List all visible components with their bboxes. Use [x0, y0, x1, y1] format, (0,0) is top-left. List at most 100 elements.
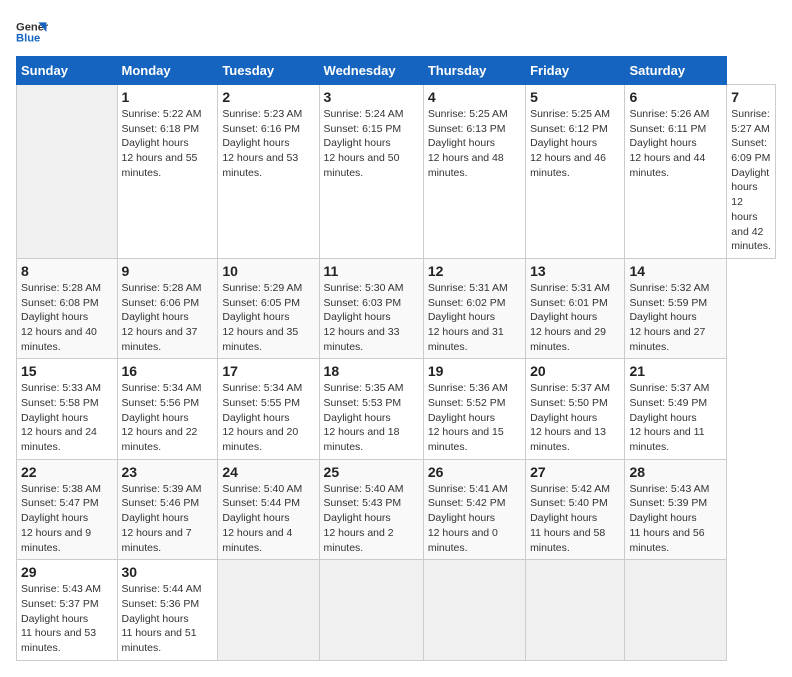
- calendar-day-cell: 30Sunrise: 5:44 AMSunset: 5:36 PMDayligh…: [117, 560, 218, 660]
- day-detail: Sunrise: 5:41 AMSunset: 5:42 PMDaylight …: [428, 482, 521, 555]
- calendar-day-cell: 10 Sunrise: 5:29 AMSunset: 6:05 PMDayligh…: [218, 258, 319, 358]
- day-number: 18: [324, 363, 419, 379]
- calendar-day-cell: 3 Sunrise: 5:24 AMSunset: 6:15 PMDaylight…: [319, 85, 423, 259]
- calendar-day-cell: 27 Sunrise: 5:42 AMSunset: 5:40 PMDayligh…: [526, 459, 625, 559]
- calendar-table: SundayMondayTuesdayWednesdayThursdayFrid…: [16, 56, 776, 661]
- day-number: 29: [21, 564, 113, 580]
- day-number: 1: [122, 89, 214, 105]
- day-detail: Sunrise: 5:27 AMSunset: 6:09 PMDaylight …: [731, 107, 771, 254]
- day-number: 5: [530, 89, 620, 105]
- day-detail: Sunrise: 5:34 AMSunset: 5:55 PMDaylight …: [222, 381, 314, 454]
- calendar-day-cell: 6 Sunrise: 5:26 AMSunset: 6:11 PMDaylight…: [625, 85, 727, 259]
- day-number: 3: [324, 89, 419, 105]
- day-detail: Sunrise: 5:39 AMSunset: 5:46 PMDaylight …: [122, 482, 214, 555]
- day-detail: Sunrise: 5:33 AMSunset: 5:58 PMDaylight …: [21, 381, 113, 454]
- day-number: 20: [530, 363, 620, 379]
- calendar-day-cell: 18 Sunrise: 5:35 AMSunset: 5:53 PMDayligh…: [319, 359, 423, 459]
- weekday-header-cell: Saturday: [625, 57, 727, 85]
- weekday-header-cell: Sunday: [17, 57, 118, 85]
- day-detail: Sunrise: 5:28 AMSunset: 6:08 PMDaylight …: [21, 281, 113, 354]
- day-detail: Sunrise: 5:43 AMSunset: 5:37 PMDaylight …: [21, 582, 113, 655]
- day-number: 12: [428, 263, 521, 279]
- calendar-week-row: 1 Sunrise: 5:22 AMSunset: 6:18 PMDaylight…: [17, 85, 776, 259]
- calendar-day-cell: 17 Sunrise: 5:34 AMSunset: 5:55 PMDayligh…: [218, 359, 319, 459]
- day-detail: Sunrise: 5:43 AMSunset: 5:39 PMDaylight …: [629, 482, 722, 555]
- calendar-day-cell: 21 Sunrise: 5:37 AMSunset: 5:49 PMDayligh…: [625, 359, 727, 459]
- day-detail: Sunrise: 5:34 AMSunset: 5:56 PMDaylight …: [122, 381, 214, 454]
- empty-cell: [17, 85, 118, 259]
- weekday-header-cell: Wednesday: [319, 57, 423, 85]
- day-detail: Sunrise: 5:29 AMSunset: 6:05 PMDaylight …: [222, 281, 314, 354]
- calendar-day-cell: 20 Sunrise: 5:37 AMSunset: 5:50 PMDayligh…: [526, 359, 625, 459]
- calendar-day-cell: 23Sunrise: 5:39 AMSunset: 5:46 PMDayligh…: [117, 459, 218, 559]
- day-detail: Sunrise: 5:38 AMSunset: 5:47 PMDaylight …: [21, 482, 113, 555]
- day-detail: Sunrise: 5:32 AMSunset: 5:59 PMDaylight …: [629, 281, 722, 354]
- day-detail: Sunrise: 5:26 AMSunset: 6:11 PMDaylight …: [629, 107, 722, 180]
- page-header: General Blue: [16, 16, 776, 48]
- day-number: 14: [629, 263, 722, 279]
- day-detail: Sunrise: 5:40 AMSunset: 5:44 PMDaylight …: [222, 482, 314, 555]
- day-detail: Sunrise: 5:23 AMSunset: 6:16 PMDaylight …: [222, 107, 314, 180]
- day-number: 24: [222, 464, 314, 480]
- calendar-day-cell: [625, 560, 727, 660]
- calendar-day-cell: [423, 560, 525, 660]
- calendar-day-cell: 19 Sunrise: 5:36 AMSunset: 5:52 PMDayligh…: [423, 359, 525, 459]
- day-detail: Sunrise: 5:22 AMSunset: 6:18 PMDaylight …: [122, 107, 214, 180]
- day-detail: Sunrise: 5:44 AMSunset: 5:36 PMDaylight …: [122, 582, 214, 655]
- weekday-header-cell: Monday: [117, 57, 218, 85]
- calendar-day-cell: 9 Sunrise: 5:28 AMSunset: 6:06 PMDaylight…: [117, 258, 218, 358]
- calendar-day-cell: 29 Sunrise: 5:43 AMSunset: 5:37 PMDayligh…: [17, 560, 118, 660]
- day-number: 21: [629, 363, 722, 379]
- calendar-day-cell: 8 Sunrise: 5:28 AMSunset: 6:08 PMDaylight…: [17, 258, 118, 358]
- day-detail: Sunrise: 5:24 AMSunset: 6:15 PMDaylight …: [324, 107, 419, 180]
- day-detail: Sunrise: 5:37 AMSunset: 5:49 PMDaylight …: [629, 381, 722, 454]
- day-number: 15: [21, 363, 113, 379]
- day-number: 17: [222, 363, 314, 379]
- calendar-day-cell: 7 Sunrise: 5:27 AMSunset: 6:09 PMDaylight…: [727, 85, 776, 259]
- calendar-week-row: 8 Sunrise: 5:28 AMSunset: 6:08 PMDaylight…: [17, 258, 776, 358]
- calendar-week-row: 15 Sunrise: 5:33 AMSunset: 5:58 PMDayligh…: [17, 359, 776, 459]
- day-number: 9: [122, 263, 214, 279]
- day-detail: Sunrise: 5:37 AMSunset: 5:50 PMDaylight …: [530, 381, 620, 454]
- calendar-week-row: 29 Sunrise: 5:43 AMSunset: 5:37 PMDayligh…: [17, 560, 776, 660]
- day-detail: Sunrise: 5:31 AMSunset: 6:01 PMDaylight …: [530, 281, 620, 354]
- day-number: 8: [21, 263, 113, 279]
- calendar-day-cell: [319, 560, 423, 660]
- calendar-day-cell: 12 Sunrise: 5:31 AMSunset: 6:02 PMDayligh…: [423, 258, 525, 358]
- day-detail: Sunrise: 5:42 AMSunset: 5:40 PMDaylight …: [530, 482, 620, 555]
- day-number: 19: [428, 363, 521, 379]
- day-detail: Sunrise: 5:31 AMSunset: 6:02 PMDaylight …: [428, 281, 521, 354]
- calendar-day-cell: 2 Sunrise: 5:23 AMSunset: 6:16 PMDaylight…: [218, 85, 319, 259]
- day-number: 7: [731, 89, 771, 105]
- calendar-day-cell: 26 Sunrise: 5:41 AMSunset: 5:42 PMDayligh…: [423, 459, 525, 559]
- calendar-day-cell: 22Sunrise: 5:38 AMSunset: 5:47 PMDayligh…: [17, 459, 118, 559]
- calendar-day-cell: [218, 560, 319, 660]
- day-detail: Sunrise: 5:30 AMSunset: 6:03 PMDaylight …: [324, 281, 419, 354]
- day-number: 4: [428, 89, 521, 105]
- calendar-day-cell: [526, 560, 625, 660]
- calendar-day-cell: 15 Sunrise: 5:33 AMSunset: 5:58 PMDayligh…: [17, 359, 118, 459]
- calendar-day-cell: 14 Sunrise: 5:32 AMSunset: 5:59 PMDayligh…: [625, 258, 727, 358]
- day-number: 10: [222, 263, 314, 279]
- day-number: 25: [324, 464, 419, 480]
- calendar-day-cell: 1 Sunrise: 5:22 AMSunset: 6:18 PMDaylight…: [117, 85, 218, 259]
- day-detail: Sunrise: 5:28 AMSunset: 6:06 PMDaylight …: [122, 281, 214, 354]
- day-number: 26: [428, 464, 521, 480]
- calendar-day-cell: 5 Sunrise: 5:25 AMSunset: 6:12 PMDaylight…: [526, 85, 625, 259]
- calendar-day-cell: 13 Sunrise: 5:31 AMSunset: 6:01 PMDayligh…: [526, 258, 625, 358]
- day-number: 16: [122, 363, 214, 379]
- day-detail: Sunrise: 5:35 AMSunset: 5:53 PMDaylight …: [324, 381, 419, 454]
- day-number: 13: [530, 263, 620, 279]
- day-number: 27: [530, 464, 620, 480]
- day-detail: Sunrise: 5:40 AMSunset: 5:43 PMDaylight …: [324, 482, 419, 555]
- day-detail: Sunrise: 5:36 AMSunset: 5:52 PMDaylight …: [428, 381, 521, 454]
- calendar-day-cell: 24 Sunrise: 5:40 AMSunset: 5:44 PMDayligh…: [218, 459, 319, 559]
- day-number: 11: [324, 263, 419, 279]
- logo-icon: General Blue: [16, 16, 48, 48]
- day-number: 2: [222, 89, 314, 105]
- logo: General Blue: [16, 16, 48, 48]
- calendar-day-cell: 25 Sunrise: 5:40 AMSunset: 5:43 PMDayligh…: [319, 459, 423, 559]
- calendar-body: 1 Sunrise: 5:22 AMSunset: 6:18 PMDaylight…: [17, 85, 776, 661]
- day-number: 6: [629, 89, 722, 105]
- day-detail: Sunrise: 5:25 AMSunset: 6:12 PMDaylight …: [530, 107, 620, 180]
